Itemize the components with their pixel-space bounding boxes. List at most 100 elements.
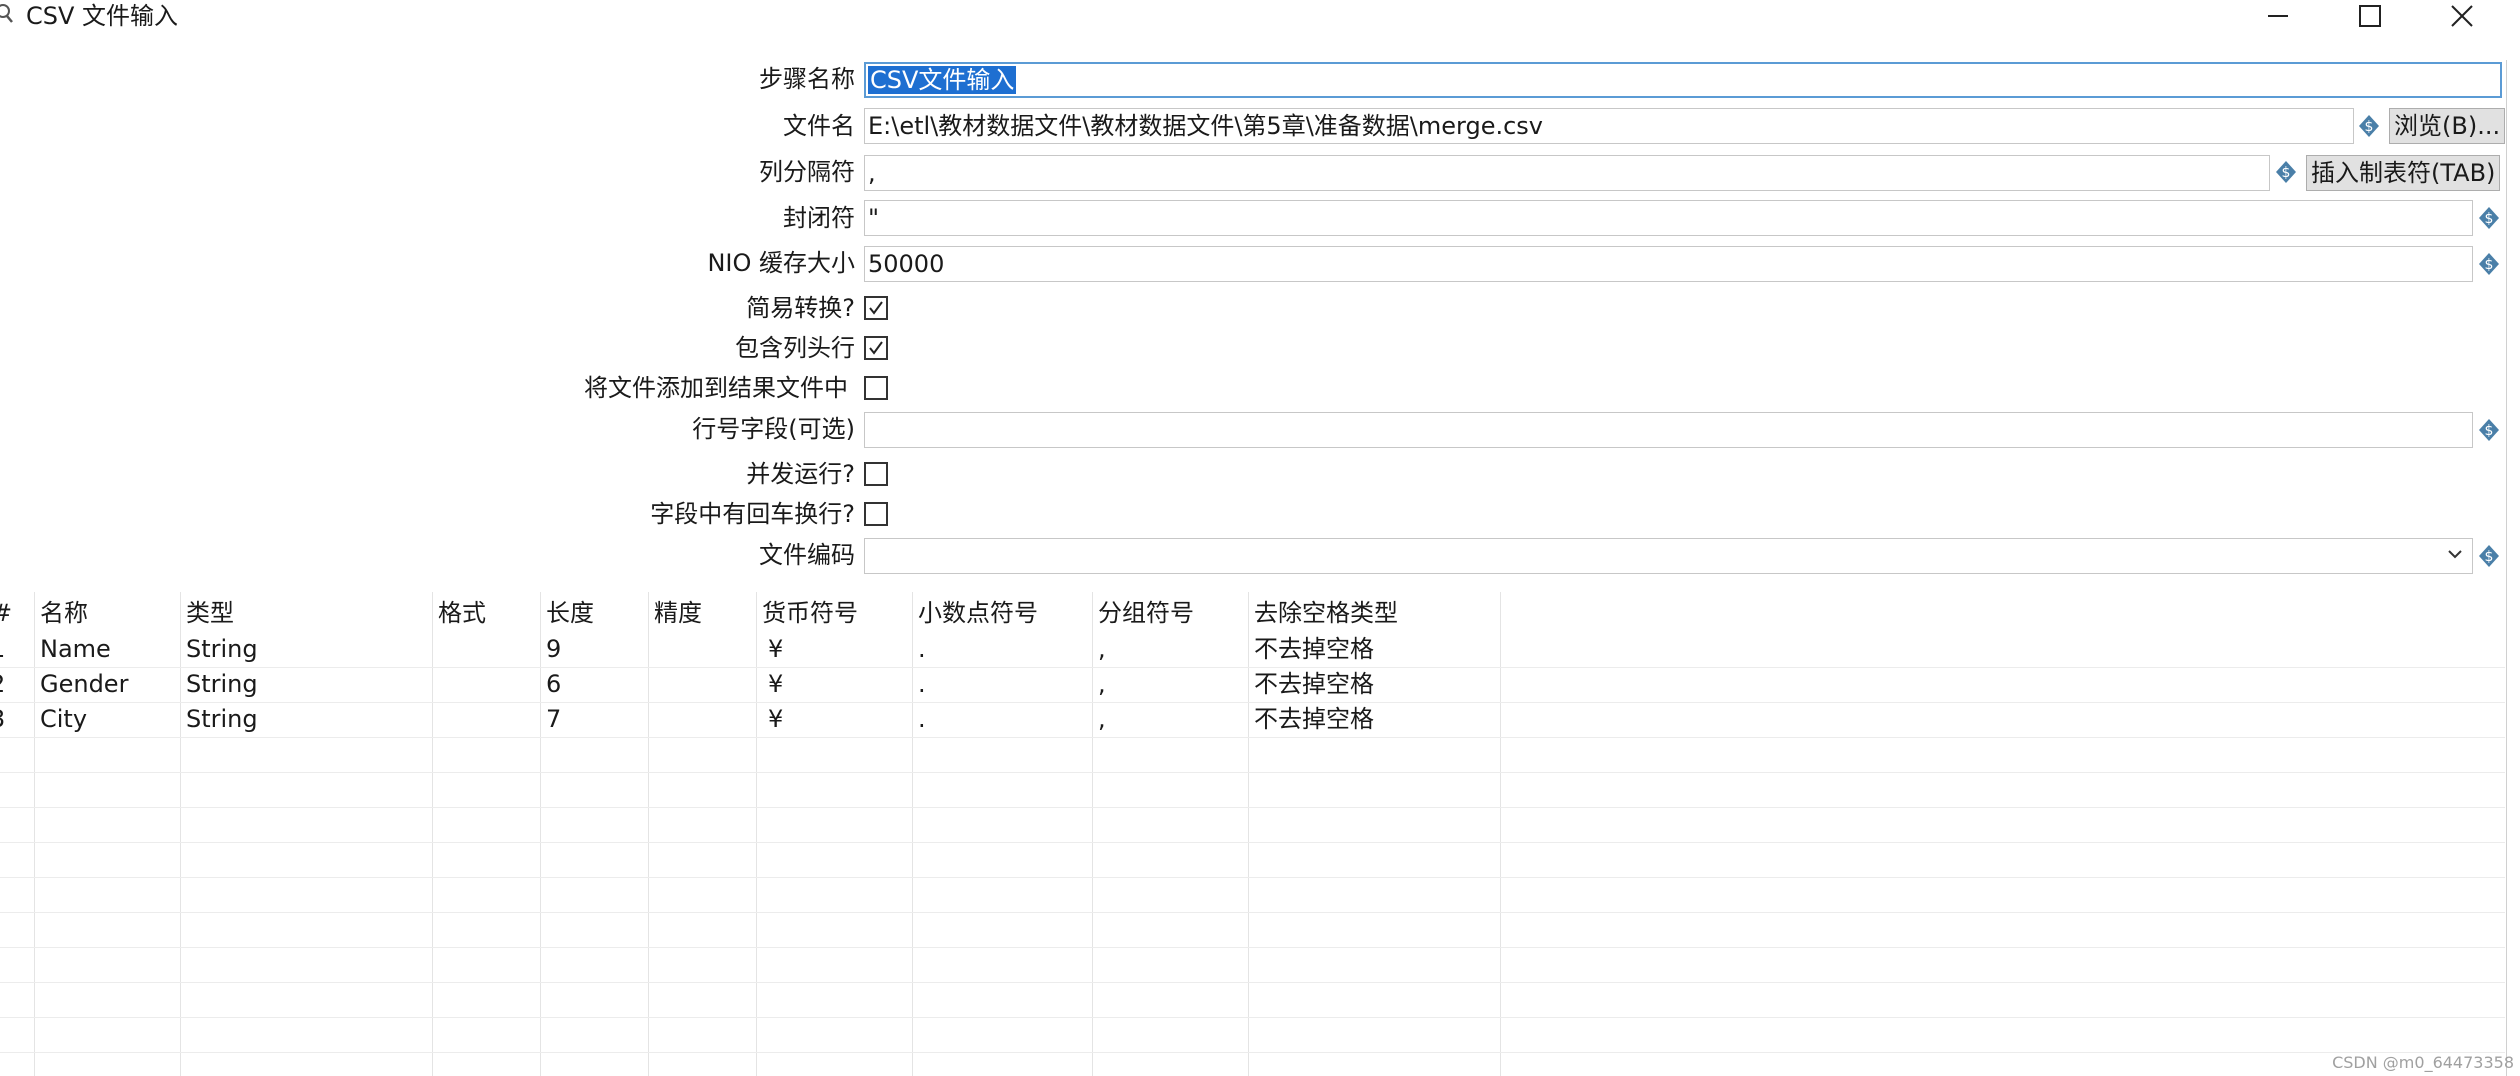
title-bar: CSV 文件输入 <box>0 0 2520 32</box>
step-name-value: CSV文件输入 <box>868 66 1017 94</box>
encoding-label: 文件编码 <box>759 541 855 569</box>
cell-currency[interactable]: ¥ <box>768 632 783 667</box>
table-row-empty[interactable] <box>0 807 2505 843</box>
table-row-empty[interactable] <box>0 982 2505 1018</box>
close-icon <box>2451 5 2473 27</box>
variable-icon[interactable]: $ <box>2357 114 2381 138</box>
cell-group[interactable]: , <box>1098 667 1106 702</box>
table-row[interactable]: 3 City String 7 ¥ . , 不去掉空格 <box>0 702 2505 738</box>
table-row-empty[interactable] <box>0 772 2505 808</box>
watermark: CSDN @m0_64473358 <box>2332 1053 2514 1072</box>
cell-length[interactable]: 7 <box>546 702 561 737</box>
newline-in-field-label: 字段中有回车换行? <box>650 500 855 528</box>
column-header-trim[interactable]: 去除空格类型 <box>1254 592 1398 634</box>
cell-trim[interactable]: 不去掉空格 <box>1254 702 1374 737</box>
parallel-label: 并发运行? <box>746 460 855 488</box>
variable-icon[interactable]: $ <box>2274 160 2298 184</box>
column-header-group[interactable]: 分组符号 <box>1098 592 1194 634</box>
parallel-checkbox[interactable] <box>864 462 888 486</box>
add-to-result-label: 将文件添加到结果文件中 <box>584 374 848 402</box>
encoding-select[interactable] <box>864 538 2473 574</box>
cell-length[interactable]: 9 <box>546 632 561 667</box>
row-number: 3 <box>0 702 5 737</box>
rownum-field-label: 行号字段(可选) <box>692 415 855 443</box>
rownum-field-input[interactable] <box>864 412 2473 448</box>
enclosure-input[interactable]: " <box>864 200 2473 236</box>
column-header-currency[interactable]: 货币符号 <box>762 592 858 634</box>
table-row-empty[interactable] <box>0 737 2505 773</box>
add-to-result-checkbox[interactable] <box>864 376 888 400</box>
cell-name[interactable]: Name <box>40 632 111 667</box>
cell-currency[interactable]: ¥ <box>768 702 783 737</box>
filename-input[interactable]: E:\etl\教材数据文件\教材数据文件\第5章\准备数据\merge.csv <box>864 108 2354 144</box>
search-icon <box>0 2 14 26</box>
cell-decimal[interactable]: . <box>918 667 926 702</box>
cell-group[interactable]: , <box>1098 702 1106 737</box>
variable-icon[interactable]: $ <box>2477 206 2501 230</box>
cell-trim[interactable]: 不去掉空格 <box>1254 632 1374 667</box>
column-header-type[interactable]: 类型 <box>186 592 234 634</box>
lazy-conversion-checkbox[interactable] <box>864 296 888 320</box>
svg-text:$: $ <box>2485 211 2494 227</box>
window-title: CSV 文件输入 <box>26 2 179 30</box>
variable-icon[interactable]: $ <box>2477 418 2501 442</box>
table-header: # 名称 类型 格式 长度 精度 货币符号 小数点符号 分组符号 去除空格类型 <box>0 592 1502 628</box>
column-header-length[interactable]: 长度 <box>546 592 594 634</box>
chevron-down-icon <box>2448 550 2462 559</box>
table-row-empty[interactable] <box>0 842 2505 878</box>
nio-buffer-label: NIO 缓存大小 <box>707 249 855 277</box>
newline-in-field-checkbox[interactable] <box>864 502 888 526</box>
cell-decimal[interactable]: . <box>918 632 926 667</box>
svg-text:$: $ <box>2365 119 2374 135</box>
close-button[interactable] <box>2432 0 2492 32</box>
minimize-icon <box>2268 15 2288 17</box>
header-row-checkbox[interactable] <box>864 336 888 360</box>
enclosure-label: 封闭符 <box>783 204 855 232</box>
svg-text:$: $ <box>2485 423 2494 439</box>
variable-icon[interactable]: $ <box>2477 252 2501 276</box>
table-row-empty[interactable] <box>0 912 2505 948</box>
nio-buffer-input[interactable]: 50000 <box>864 246 2473 282</box>
svg-text:$: $ <box>2282 165 2291 181</box>
svg-text:$: $ <box>2485 549 2494 565</box>
column-header-decimal[interactable]: 小数点符号 <box>918 592 1038 634</box>
delimiter-input[interactable]: , <box>864 155 2270 191</box>
column-header-format[interactable]: 格式 <box>438 592 486 634</box>
browse-button[interactable]: 浏览(B)... <box>2389 108 2506 144</box>
cell-group[interactable]: , <box>1098 632 1106 667</box>
maximize-icon <box>2359 5 2381 27</box>
variable-icon[interactable]: $ <box>2477 544 2501 568</box>
minimize-button[interactable] <box>2248 0 2308 32</box>
cell-name[interactable]: Gender <box>40 667 128 702</box>
lazy-conversion-label: 简易转换? <box>746 294 855 322</box>
table-row[interactable]: 2 Gender String 6 ¥ . , 不去掉空格 <box>0 667 2505 703</box>
cell-currency[interactable]: ¥ <box>768 667 783 702</box>
cell-type[interactable]: String <box>186 667 258 702</box>
column-header-name[interactable]: 名称 <box>40 592 88 634</box>
cell-decimal[interactable]: . <box>918 702 926 737</box>
step-name-input[interactable]: CSV文件输入 <box>864 62 2502 98</box>
step-name-label: 步骤名称 <box>759 65 855 93</box>
maximize-button[interactable] <box>2340 0 2400 32</box>
cell-type[interactable]: String <box>186 702 258 737</box>
row-number: 2 <box>0 667 5 702</box>
table-row[interactable]: 1 Name String 9 ¥ . , 不去掉空格 <box>0 632 2505 668</box>
filename-label: 文件名 <box>783 112 855 140</box>
table-row-empty[interactable] <box>0 1017 2505 1053</box>
cell-type[interactable]: String <box>186 632 258 667</box>
cell-name[interactable]: City <box>40 702 87 737</box>
cell-length[interactable]: 6 <box>546 667 561 702</box>
fields-table[interactable]: # 名称 类型 格式 长度 精度 货币符号 小数点符号 分组符号 去除空格类型 … <box>0 592 2505 1076</box>
header-row-label: 包含列头行 <box>735 334 855 362</box>
delimiter-label: 列分隔符 <box>759 158 855 186</box>
insert-tab-button[interactable]: 插入制表符(TAB) <box>2306 155 2501 191</box>
column-header-precision[interactable]: 精度 <box>654 592 702 634</box>
table-row-empty[interactable] <box>0 947 2505 983</box>
column-header-num[interactable]: # <box>0 592 12 634</box>
checkmark-icon <box>869 301 883 315</box>
table-row-empty[interactable] <box>0 877 2505 913</box>
row-number: 1 <box>0 632 5 667</box>
cell-trim[interactable]: 不去掉空格 <box>1254 667 1374 702</box>
checkmark-icon <box>869 341 883 355</box>
svg-text:$: $ <box>2485 257 2494 273</box>
